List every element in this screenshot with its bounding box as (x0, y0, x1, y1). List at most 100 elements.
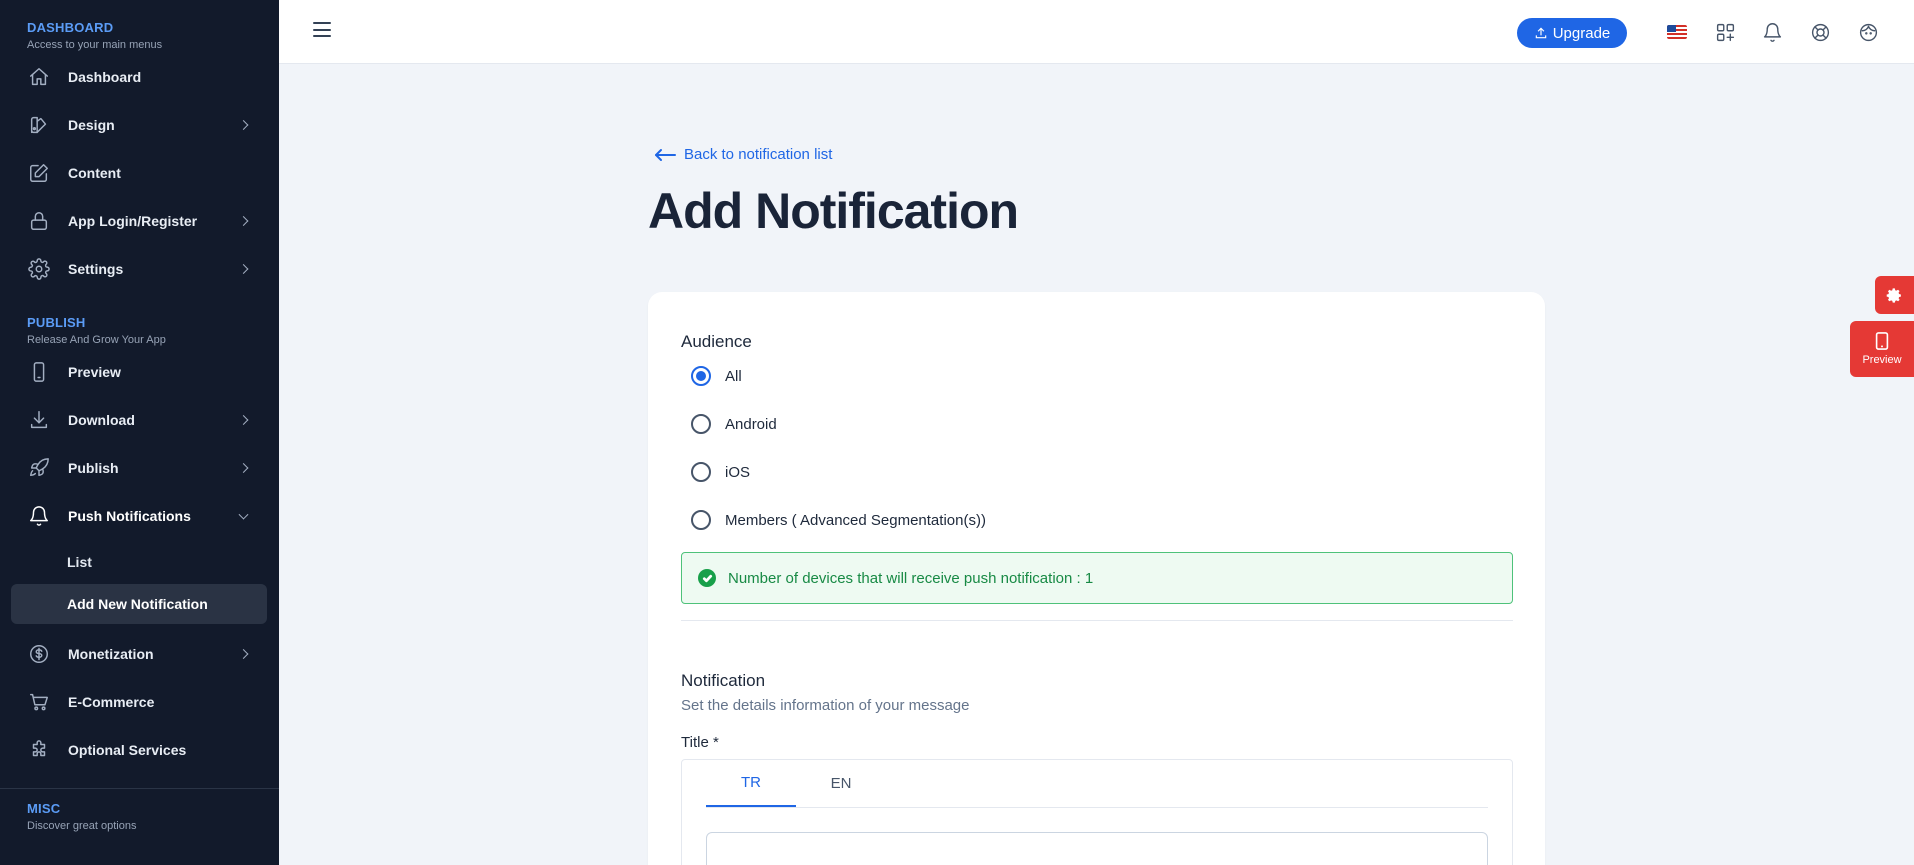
chevron-right-icon (238, 120, 249, 130)
sidebar-section-dashboard: DASHBOARD Access to your main menus (0, 0, 279, 51)
back-to-list-link[interactable]: Back to notification list (654, 146, 832, 163)
preview-fab[interactable]: Preview (1850, 321, 1914, 377)
sidebar-item-design[interactable]: Design (0, 101, 279, 149)
sidebar-item-label: E-Commerce (68, 694, 155, 710)
radio-label: Android (725, 415, 777, 433)
section-title: DASHBOARD (27, 20, 114, 35)
upload-icon (1535, 27, 1546, 39)
sidebar: DASHBOARD Access to your main menus Dash… (0, 0, 279, 865)
notification-section-header: Notification Set the details information… (681, 671, 1513, 714)
section-title: MISC (27, 801, 61, 816)
audience-label: Audience (681, 332, 752, 351)
chevron-right-icon (238, 216, 249, 226)
tab-en[interactable]: EN (796, 760, 886, 807)
lock-icon (27, 209, 51, 233)
gear-icon (27, 257, 51, 281)
sidebar-item-label: Content (68, 165, 121, 181)
section-title: PUBLISH (27, 315, 86, 330)
sidebar-item-label: Push Notifications (68, 508, 191, 524)
audience-option-members[interactable]: Members ( Advanced Segmentation(s)) (681, 496, 1513, 544)
audience-option-ios[interactable]: iOS (681, 448, 1513, 496)
sidebar-item-label: Download (68, 412, 135, 428)
preview-fab-label: Preview (1862, 354, 1902, 366)
section-subtitle: Discover great options (27, 820, 137, 832)
sidebar-item-label: Preview (68, 364, 121, 380)
page-title: Add Notification (648, 183, 1019, 239)
arrow-left-icon (655, 148, 676, 161)
radio-label: All (725, 367, 742, 385)
sidebar-subitem-add-new-notification[interactable]: Add New Notification (11, 584, 267, 624)
sidebar-section-publish: PUBLISH Release And Grow Your App (0, 293, 279, 346)
sidebar-item-label: Design (68, 117, 115, 133)
avatar-icon[interactable] (1856, 20, 1880, 44)
section-subtitle: Access to your main menus (27, 39, 163, 51)
rocket-icon (27, 456, 51, 480)
title-language-tabs: TR EN (681, 759, 1513, 865)
audience-option-android[interactable]: Android (681, 400, 1513, 448)
gear-icon (1886, 287, 1901, 303)
audience-option-all[interactable]: All (681, 352, 1513, 400)
sidebar-item-push-notifications[interactable]: Push Notifications (0, 492, 279, 540)
audience-radio-group: All Android iOS Members ( Advanced Segme… (681, 352, 1513, 544)
sidebar-subitem-list[interactable]: List (0, 542, 279, 582)
apps-icon[interactable] (1713, 20, 1737, 44)
sidebar-item-label: Dashboard (68, 69, 142, 85)
chevron-right-icon (238, 649, 249, 659)
sidebar-item-publish[interactable]: Publish (0, 444, 279, 492)
radio-button[interactable] (691, 366, 711, 386)
us-flag-icon[interactable] (1667, 25, 1687, 39)
home-icon (27, 65, 51, 89)
bell-icon (27, 504, 51, 528)
download-icon (27, 408, 51, 432)
radio-label: iOS (725, 463, 751, 481)
section-divider (681, 620, 1513, 621)
radio-button[interactable] (691, 510, 711, 530)
sidebar-item-e-commerce[interactable]: E-Commerce (0, 678, 279, 726)
chevron-right-icon (238, 415, 249, 425)
sidebar-item-download[interactable]: Download (0, 396, 279, 444)
sidebar-item-preview[interactable]: Preview (0, 348, 279, 396)
sidebar-item-content[interactable]: Content (0, 149, 279, 197)
support-icon[interactable] (1808, 20, 1832, 44)
notification-form-card: Audience All Android iOS Members ( Advan… (648, 292, 1545, 865)
tab-tr[interactable]: TR (706, 760, 796, 807)
bell-icon[interactable] (1760, 20, 1784, 44)
notification-subheading: Set the details information of your mess… (681, 697, 970, 714)
menu-icon[interactable] (313, 22, 331, 38)
phone-icon (1875, 332, 1889, 350)
section-subtitle: Release And Grow Your App (27, 334, 166, 346)
sidebar-item-label: Optional Services (68, 742, 187, 758)
radio-button[interactable] (691, 414, 711, 434)
chevron-right-icon (238, 264, 249, 274)
alert-text: Number of devices that will receive push… (728, 569, 1094, 587)
check-circle-icon (698, 569, 716, 587)
sidebar-item-label: Monetization (68, 646, 154, 662)
device-count-alert: Number of devices that will receive push… (681, 552, 1513, 604)
radio-label: Members ( Advanced Segmentation(s)) (725, 511, 986, 529)
sidebar-item-label: App Login/Register (68, 213, 198, 229)
sidebar-item-settings[interactable]: Settings (0, 245, 279, 293)
settings-fab[interactable] (1875, 276, 1914, 314)
sidebar-item-dashboard[interactable]: Dashboard (0, 53, 279, 101)
radio-button[interactable] (691, 462, 711, 482)
chevron-right-icon (238, 463, 249, 473)
chevron-down-icon (238, 509, 249, 520)
phone-icon (27, 360, 51, 384)
tab-bar: TR EN (706, 760, 1488, 808)
topbar: Upgrade (279, 0, 1914, 64)
sidebar-item-app-login-register[interactable]: App Login/Register (0, 197, 279, 245)
edit-icon (27, 161, 51, 185)
sidebar-item-label: Settings (68, 261, 124, 277)
back-link-label: Back to notification list (684, 146, 833, 163)
sidebar-section-misc: MISC Discover great options (0, 789, 279, 832)
upgrade-label: Upgrade (1552, 24, 1611, 42)
sidebar-item-optional-services[interactable]: Optional Services (0, 726, 279, 774)
dollar-icon (27, 642, 51, 666)
title-label: Title * (681, 734, 719, 751)
upgrade-button[interactable]: Upgrade (1517, 18, 1627, 48)
sidebar-item-monetization[interactable]: Monetization (0, 630, 279, 678)
notification-heading: Notification (681, 671, 766, 690)
sidebar-item-label: Publish (68, 460, 119, 476)
title-input[interactable] (706, 832, 1488, 865)
puzzle-icon (27, 738, 51, 762)
